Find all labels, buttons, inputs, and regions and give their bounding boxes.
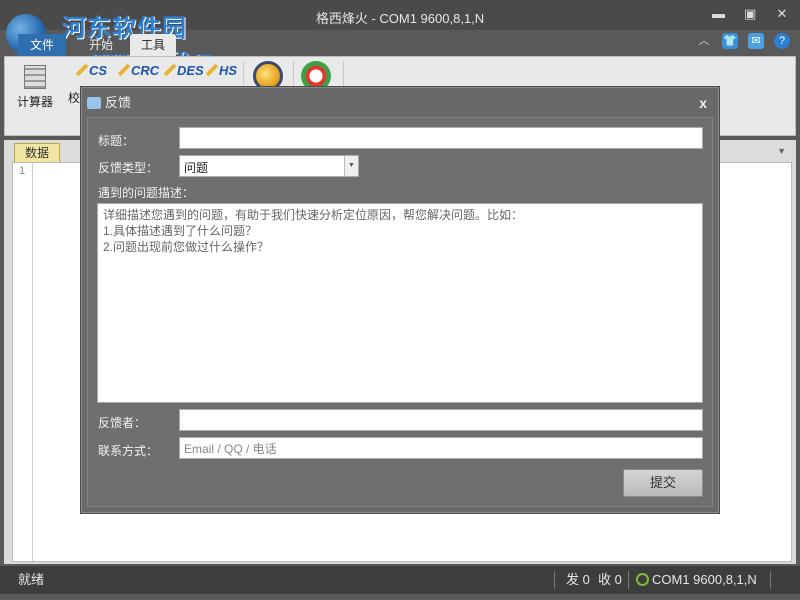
dialog-close-button[interactable]: x (699, 87, 707, 119)
tab-data-label: 数据 (24, 146, 49, 160)
title-label: 标题： (98, 134, 135, 148)
pencil-icon (205, 63, 219, 77)
line-number-gutter: 1 (13, 163, 33, 561)
collapse-ribbon-icon[interactable]: ︿ (696, 33, 712, 49)
description-label: 遇到的问题描述： (98, 186, 195, 200)
shirt-icon[interactable]: 👕 (722, 33, 738, 49)
tab-file-label: 文件 (29, 38, 54, 52)
title-input[interactable] (179, 127, 703, 149)
verify-button[interactable]: 校 (67, 89, 81, 106)
tab-tools-label: 工具 (140, 38, 165, 52)
power-icon (636, 573, 649, 586)
tab-data[interactable]: 数据 (14, 143, 60, 163)
maximize-button[interactable]: ▣ (744, 6, 756, 22)
received-count: 收 0 (598, 572, 622, 587)
pencil-icon (163, 63, 177, 77)
reporter-label: 反馈者： (98, 416, 147, 430)
des-label: DES (177, 63, 204, 78)
dialog-header: 反馈 x (81, 87, 719, 117)
chevron-down-icon[interactable]: ▼ (344, 156, 358, 176)
calculator-icon (24, 65, 46, 89)
contact-label: 联系方式： (98, 444, 159, 458)
crc-label: CRC (131, 63, 160, 78)
calculator-button[interactable]: 计算器 (13, 59, 57, 110)
dialog-title: 反馈 (105, 95, 132, 110)
feedback-icon (87, 97, 101, 109)
status-divider (628, 571, 629, 589)
minimize-button[interactable]: ▬ (712, 6, 725, 22)
tab-file[interactable]: 文件 (18, 34, 66, 56)
status-ready: 就绪 (18, 572, 45, 587)
feedback-type-value: 问题 (184, 161, 209, 175)
tab-start-label: 开始 (88, 38, 113, 52)
feedback-dialog: 反馈 x 标题： 反馈类型： 问题 ▼ 遇到的问题描述： 详细描述您遇到的问题，… (80, 86, 720, 514)
cs-label: CS (89, 63, 108, 78)
port-status[interactable]: COM1 9600,8,1,N (636, 566, 757, 594)
pencil-icon (75, 63, 89, 77)
verify-label: 校 (67, 91, 80, 105)
tab-tools[interactable]: 工具 (130, 34, 176, 56)
contact-input[interactable]: Email / QQ / 电话 (179, 437, 703, 459)
hs-label: HS (219, 63, 238, 78)
port-label: COM1 9600,8,1,N (652, 572, 757, 587)
close-button[interactable]: ✕ (776, 6, 788, 22)
window-controls: ▬ ▣ ✕ (712, 6, 788, 22)
message-icon[interactable]: ✉ (748, 33, 764, 49)
status-bar: 就绪 发 0 收 0 COM1 9600,8,1,N (0, 566, 800, 594)
sent-count: 发 0 (566, 572, 590, 587)
type-label: 反馈类型： (98, 161, 159, 175)
status-divider (770, 571, 771, 589)
chevron-down-icon[interactable]: ▼ (777, 146, 786, 156)
dialog-body: 标题： 反馈类型： 问题 ▼ 遇到的问题描述： 详细描述您遇到的问题，有助于我们… (87, 117, 713, 507)
submit-button[interactable]: 提交 (623, 469, 703, 497)
tab-start[interactable]: 开始 (78, 34, 124, 56)
status-divider (554, 571, 555, 589)
line-number: 1 (19, 165, 26, 177)
quick-access-icons: ︿ 👕 ✉ ? (696, 33, 790, 49)
description-textarea[interactable]: 详细描述您遇到的问题，有助于我们快速分析定位原因，帮您解决问题。比如： 1.具体… (97, 203, 703, 403)
pencil-icon (117, 63, 131, 77)
feedback-type-select[interactable]: 问题 ▼ (179, 155, 359, 177)
help-icon[interactable]: ? (774, 33, 790, 49)
reporter-input[interactable] (179, 409, 703, 431)
calculator-label: 计算器 (16, 95, 53, 109)
